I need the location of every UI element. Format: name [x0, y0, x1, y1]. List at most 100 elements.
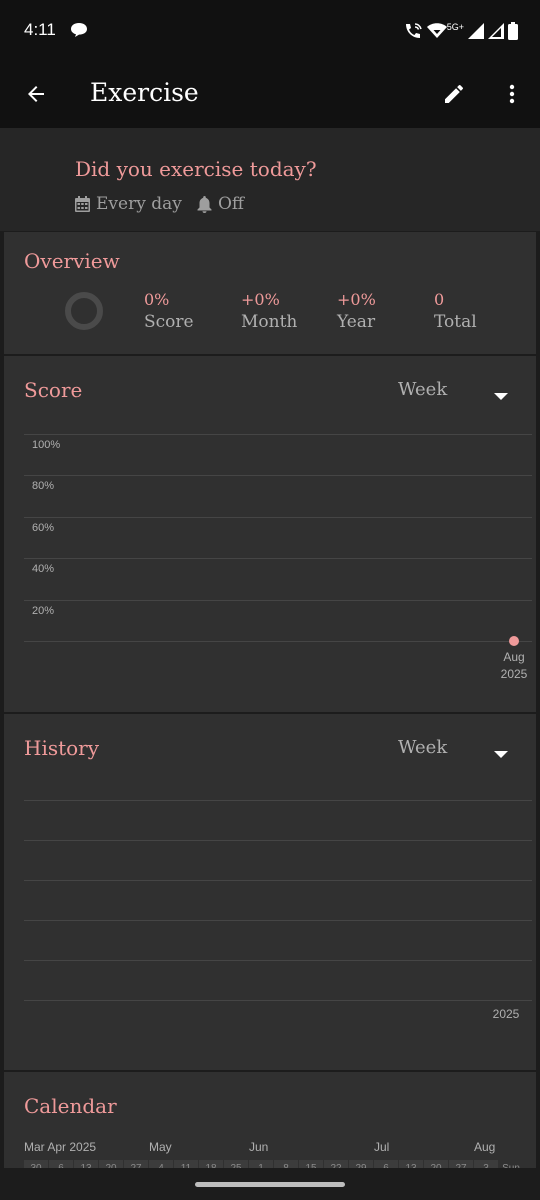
overview-stat-year: +0% Year	[337, 290, 376, 332]
calendar-day-cell[interactable]: 15	[299, 1160, 323, 1168]
score-x-label: Aug 2025	[494, 649, 534, 683]
status-bar: 4:11 5G+	[0, 0, 540, 60]
habit-reminder: Off	[197, 194, 244, 214]
calendar-day-cell[interactable]: 20	[99, 1160, 123, 1168]
stat-value: +0%	[241, 290, 280, 309]
signal-icon	[468, 23, 484, 39]
calendar-day-cell[interactable]: 25	[224, 1160, 248, 1168]
grid-line	[24, 960, 532, 961]
calendar-day-cell[interactable]: 27	[449, 1160, 473, 1168]
home-gesture-handle[interactable]	[195, 1182, 345, 1187]
history-period-dropdown[interactable]: Week	[398, 737, 447, 758]
stat-value: 0%	[144, 290, 170, 309]
score-ring	[65, 292, 103, 330]
history-x-label-year: 2025	[492, 1007, 520, 1021]
stat-label: Month	[241, 312, 298, 332]
calendar-month-label: Jun	[249, 1140, 269, 1154]
grid-line	[24, 558, 532, 560]
calendar-day-cell[interactable]: 18	[199, 1160, 223, 1168]
score-period-dropdown[interactable]: Week	[398, 379, 447, 400]
stat-label: Year	[337, 312, 376, 332]
calendar-day-cell[interactable]: 6	[49, 1160, 73, 1168]
calendar-card: Calendar Mar Apr 2025 May Jun Jul Aug 30…	[4, 1072, 536, 1168]
grid-line	[24, 516, 532, 518]
grid-line	[24, 920, 532, 921]
grid-line	[24, 800, 532, 801]
calendar-day-cell[interactable]: 22	[324, 1160, 348, 1168]
app-bar: Exercise	[0, 60, 540, 128]
chevron-down-icon[interactable]	[494, 744, 508, 763]
x-label-year: 2025	[500, 667, 528, 681]
calendar-title: Calendar	[24, 1094, 117, 1118]
back-button[interactable]	[18, 76, 54, 112]
signal-icon	[488, 23, 504, 39]
y-tick-label: 100%	[32, 439, 61, 451]
chevron-down-icon[interactable]	[494, 386, 508, 405]
more-vert-icon	[509, 84, 515, 104]
frequency-label: Every day	[96, 194, 182, 214]
history-card: History Week 2025	[4, 714, 536, 1070]
grid-line	[24, 475, 532, 477]
overview-title: Overview	[24, 249, 120, 273]
y-tick-label: 60%	[32, 521, 55, 534]
stat-label: Total	[434, 312, 477, 332]
y-tick-label: 80%	[32, 480, 55, 493]
calendar-day-cell[interactable]: 27	[124, 1160, 148, 1168]
calendar-weekday-label: Sun	[499, 1160, 523, 1168]
stat-label: Score	[144, 312, 194, 332]
wifi-calling-icon	[403, 22, 423, 40]
calendar-day-cell[interactable]: 1	[249, 1160, 273, 1168]
grid-line	[24, 434, 532, 435]
calendar-day-cell[interactable]: 20	[424, 1160, 448, 1168]
calendar-month-label: Mar Apr 2025	[24, 1140, 97, 1154]
calendar-day-row: 30613202741118251815222961320273Sun	[24, 1160, 523, 1168]
y-tick-label: 40%	[32, 563, 55, 576]
calendar-month-label: May	[149, 1140, 172, 1154]
reminder-label: Off	[218, 194, 245, 214]
calendar-day-cell[interactable]: 3	[474, 1160, 498, 1168]
calendar-month-label: Jul	[374, 1140, 390, 1154]
x-label-month: Aug	[503, 650, 525, 664]
wifi-icon	[426, 23, 447, 39]
calendar-day-cell[interactable]: 13	[399, 1160, 423, 1168]
network-type-label: 5G+	[446, 22, 464, 32]
calendar-day-cell[interactable]: 11	[174, 1160, 198, 1168]
grid-line	[24, 641, 532, 642]
message-bubble-icon	[70, 22, 88, 42]
score-data-point	[509, 636, 519, 646]
stat-value: +0%	[337, 290, 376, 309]
score-card: Score Week 100% 80% 60% 40% 20% Aug 2025	[4, 356, 536, 712]
grid-line	[24, 1000, 532, 1001]
calendar-icon	[75, 196, 90, 212]
grid-line	[24, 599, 532, 601]
calendar-day-cell[interactable]: 29	[349, 1160, 373, 1168]
habit-question: Did you exercise today?	[75, 157, 317, 181]
stat-value: 0	[434, 290, 445, 309]
overview-stat-total: 0 Total	[434, 290, 477, 332]
calendar-day-cell[interactable]: 4	[149, 1160, 173, 1168]
status-icons: 5G+	[403, 20, 518, 42]
history-title: History	[24, 736, 100, 760]
habit-frequency: Every day	[75, 194, 182, 214]
overview-card: Overview 0% Score +0% Month +0% Year 0 T…	[4, 232, 536, 354]
calendar-day-cell[interactable]: 13	[74, 1160, 98, 1168]
navigation-bar	[0, 1168, 540, 1200]
bell-icon	[197, 195, 212, 213]
page-title: Exercise	[90, 78, 199, 107]
edit-pencil-icon	[445, 84, 464, 103]
back-arrow-icon	[28, 86, 44, 102]
status-time: 4:11	[24, 20, 56, 39]
calendar-day-cell[interactable]: 8	[274, 1160, 298, 1168]
edit-button[interactable]	[436, 76, 472, 112]
habit-header: Did you exercise today? Every day Off	[0, 128, 540, 231]
y-tick-label: 20%	[32, 604, 55, 617]
grid-line	[24, 880, 532, 881]
overview-stat-score: 0% Score	[144, 290, 194, 332]
calendar-month-label: Aug	[474, 1140, 496, 1154]
more-options-button[interactable]	[494, 76, 530, 112]
calendar-day-cell[interactable]: 30	[24, 1160, 48, 1168]
calendar-day-cell[interactable]: 6	[374, 1160, 398, 1168]
score-title: Score	[24, 378, 83, 402]
battery-icon	[508, 22, 518, 40]
overview-stat-month: +0% Month	[241, 290, 297, 332]
